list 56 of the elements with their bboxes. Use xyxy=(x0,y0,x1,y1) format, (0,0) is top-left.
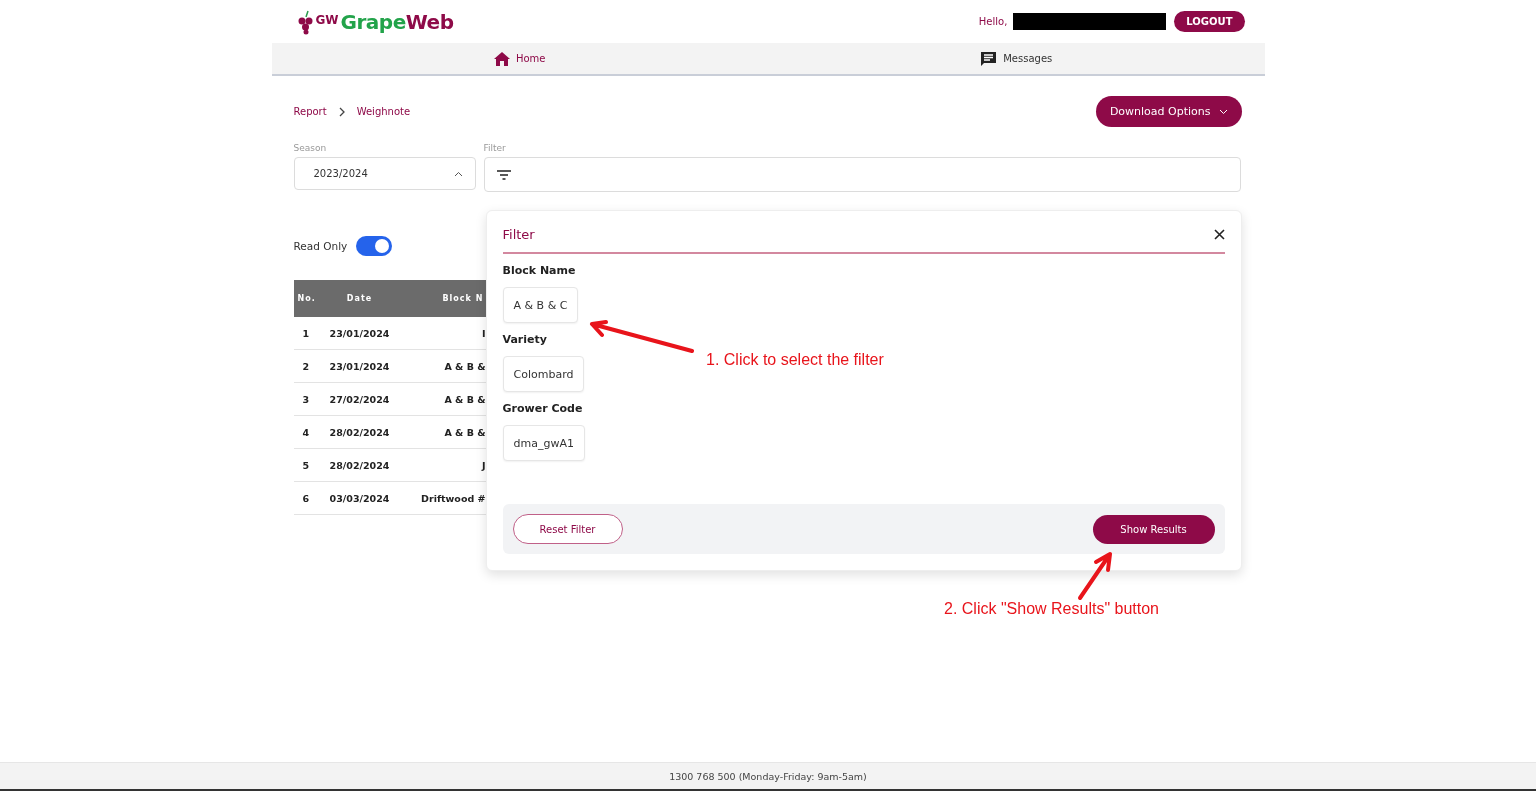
chevron-down-icon xyxy=(1218,108,1228,115)
filter-field[interactable] xyxy=(483,157,1241,192)
footer-text: 1300 768 500 (Monday-Friday: 9am-5am) xyxy=(0,762,1536,791)
close-button[interactable] xyxy=(1213,229,1225,240)
table-cell-text: 4 xyxy=(301,426,311,438)
logo-text: GrapeWeb xyxy=(340,9,454,34)
annotation-text: 1. Click to select the filter xyxy=(706,351,884,369)
field-label: Filter xyxy=(483,143,507,153)
table-cell-text: 23/01/2024 xyxy=(328,360,391,372)
table-cell-text: 5 xyxy=(301,459,311,471)
table-cell-text: A & B & xyxy=(443,360,486,372)
filter-icon xyxy=(496,169,511,180)
table-cell-text: 28/02/2024 xyxy=(328,459,391,471)
grapes-icon xyxy=(297,8,314,35)
logout-button[interactable]: LOGOUT xyxy=(1174,11,1245,32)
toggle-label: Read Only xyxy=(293,240,348,252)
show-results-button[interactable]: Show Results xyxy=(1092,514,1215,544)
filter-group-label: Variety xyxy=(502,333,548,346)
season-select[interactable]: 2023/2024 xyxy=(293,157,476,190)
filter-chip[interactable]: dma_gwA1 xyxy=(502,425,585,461)
greeting-text: Hello, xyxy=(978,16,1008,27)
breadcrumb-link[interactable]: Report xyxy=(293,106,327,117)
nav-link[interactable]: Home xyxy=(271,43,768,74)
nav-link[interactable]: Messages xyxy=(768,43,1265,74)
table-cell-text: J xyxy=(480,459,486,471)
table-cell-text: 6 xyxy=(301,492,311,504)
chevron-right-icon xyxy=(338,106,345,117)
filter-group-label: Grower Code xyxy=(502,402,584,415)
breadcrumb-link[interactable]: Weighnote xyxy=(356,106,411,117)
table-cell-text: 03/03/2024 xyxy=(328,492,391,504)
download-options-button[interactable]: Download Options xyxy=(1095,96,1242,127)
table-cell-text: 2 xyxy=(301,360,311,372)
chevron-icon xyxy=(453,170,463,177)
panel-title: Filter xyxy=(502,227,535,242)
house-icon xyxy=(494,51,510,66)
filter-group-label: Block Name xyxy=(502,264,577,277)
table-cell-text: I xyxy=(480,327,486,339)
annotation-text: 2. Click "Show Results" button xyxy=(944,600,1159,618)
column-header: Block N xyxy=(441,294,485,303)
table-cell-text: 27/02/2024 xyxy=(328,393,391,405)
table-cell-text: 28/02/2024 xyxy=(328,426,391,438)
table-cell-text: A & B & xyxy=(443,426,486,438)
table-cell-text: 1 xyxy=(301,327,311,339)
reset-filter-button[interactable]: Reset Filter xyxy=(512,514,623,544)
table-cell-text: 3 xyxy=(301,393,311,405)
logo-monogram: GW xyxy=(315,12,339,27)
column-header: No. xyxy=(296,294,317,303)
column-header: Date xyxy=(345,294,374,303)
read-only-switch[interactable] xyxy=(356,236,393,256)
filter-chip[interactable]: Colombard xyxy=(502,356,585,392)
filter-chip[interactable]: A & B & C xyxy=(502,287,579,323)
table-cell-text: A & B & xyxy=(443,393,486,405)
table-cell-text: 23/01/2024 xyxy=(328,327,391,339)
table-cell-text: Driftwood # xyxy=(420,492,486,504)
message-icon xyxy=(980,50,998,67)
field-label: Season xyxy=(293,143,328,153)
